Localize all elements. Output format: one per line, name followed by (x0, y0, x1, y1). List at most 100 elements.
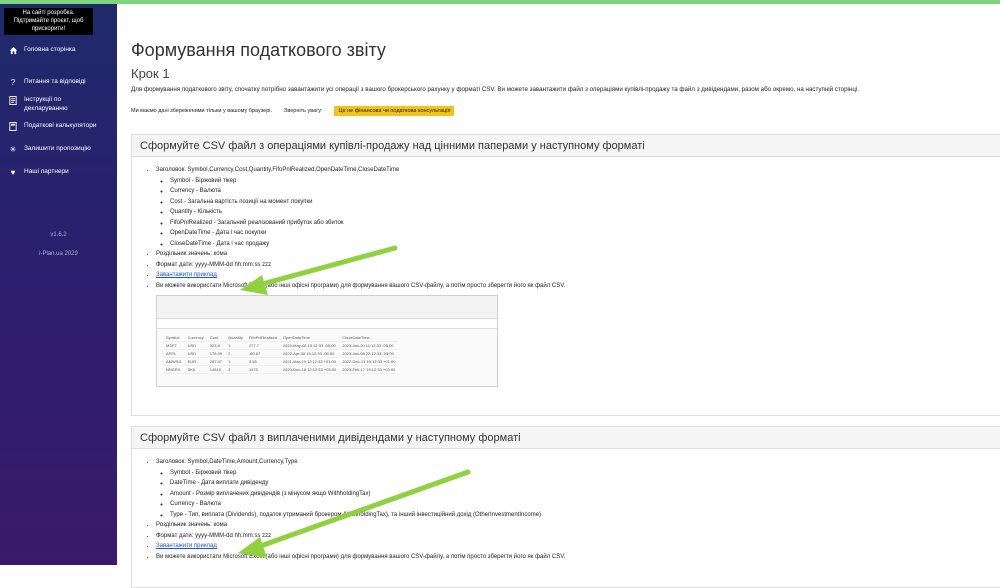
table-cell: EUR (184, 357, 207, 366)
sidebar-item-label: Головна сторінка (24, 46, 76, 53)
footer-copyright: i-Plan.ua 2029 (39, 251, 78, 257)
table-cell: 3 (225, 365, 246, 374)
sidebar-item-instructions[interactable]: Інструкції по декларуванню (0, 92, 117, 116)
list-item: Cost - Загальна вартість позиції на моме… (170, 197, 1000, 208)
lightbulb-icon: ✳ (9, 144, 17, 154)
field-list: Symbol - Біржовий тікер DateTime - Дата … (156, 468, 1000, 521)
excel-screenshot: Symbol Currency Cost Quantity FifoPnlRea… (156, 295, 498, 387)
csv-header-line: Заголовок: Symbol,DateTime,Amount,Curren… (156, 459, 298, 465)
list-item: OpenDateTime - Дата і час покупки (170, 228, 1000, 239)
sidebar-item-label: Залишити пропозицію (24, 145, 91, 152)
table-cell: 178.09 (206, 349, 226, 358)
sidebar-item-calculators[interactable]: Податкові калькулятори (0, 118, 117, 134)
list-item: CloseDateTime - Дата і час продажу (170, 239, 1000, 250)
sidebar: На сайті розробка. Підтримайте проєкт, щ… (0, 4, 117, 565)
sidebar-item-faq[interactable]: ? Питання та відповіді (0, 74, 117, 90)
table-cell: APPL (163, 349, 185, 358)
dividends-format-section: Сформуйте CSV файл з виплаченими дивіден… (131, 426, 1000, 588)
table-cell: 2020-May-08 15:12:33 -05:00 (279, 341, 340, 350)
table-header: CloseDateTime (339, 334, 399, 342)
calculator-icon (8, 121, 18, 131)
table-row: NNGRX SKK 14615 3 1475 2020-Dec-18 12:12… (163, 365, 399, 374)
disclaimer-badge: Це не фінансова чи податкова консультаці… (334, 106, 455, 116)
table-row: APPL USD 178.09 2 -80.67 2022-Apr-08 15:… (163, 349, 399, 358)
list-item: Заголовок: Symbol,DateTime,Amount,Curren… (156, 457, 1000, 520)
list-item: Amount - Розмір виплачених дивідендів (з… (170, 489, 1000, 500)
list-item: Currency - Валюта (170, 499, 1000, 510)
privacy-note: Ми маємо дані збереженими тільки у вашом… (131, 108, 273, 114)
sidebar-item-feedback[interactable]: ✳ Залишити пропозицію (0, 141, 117, 157)
table-cell: 1475 (245, 365, 280, 374)
excel-note-item: Ви можете використати Microsoft Excel (а… (156, 281, 1000, 292)
list-item: Currency - Валюта (170, 186, 1000, 197)
attention-label: Зверніть увагу: (284, 108, 323, 114)
download-example-link[interactable]: Завантажити приклад (156, 272, 217, 278)
table-cell: 2023-Feb-17 15:12:33 +03:00 (339, 365, 399, 374)
step-label: Крок 1 (131, 66, 170, 81)
table-cell: 287.47 (206, 357, 226, 366)
table-cell: 2023-Jan-20 11:12:33 -05:00 (339, 341, 399, 350)
sidebar-item-home[interactable]: Головна сторінка (0, 42, 117, 58)
sidebar-item-label: Наші партнери (24, 168, 69, 175)
section-heading: Сформуйте CSV файл з виплаченими дивіден… (132, 427, 1000, 449)
separator-item: Роздільник значень: кома (156, 520, 1000, 531)
page-title: Формування податкового звіту (131, 40, 386, 60)
table-header: Symbol (163, 334, 185, 342)
csv-header-line: Заголовок: Symbol,Currency,Cost,Quantity… (156, 167, 400, 173)
excel-note-item: Ви можете використати Microsoft Excel (а… (156, 552, 1000, 563)
list-item: Type - Тип, виплата (Dividends), податок… (170, 510, 1000, 521)
sidebar-item-label: Питання та відповіді (24, 78, 86, 85)
table-cell: MSFT (163, 341, 185, 350)
excel-table: Symbol Currency Cost Quantity FifoPnlRea… (163, 334, 399, 374)
sidebar-nav: Головна сторінка ? Питання та відповіді … (0, 42, 117, 180)
excel-ribbon (157, 296, 497, 319)
section-heading: Сформуйте CSV файл з операціями купівлі-… (132, 135, 1000, 157)
excel-formula-bar (157, 320, 497, 329)
table-cell: 1 (225, 341, 246, 350)
table-cell: 2020-Dec-18 12:12:33 +03:00 (279, 365, 340, 374)
intro-text: Для формування податкового звіту, спочат… (131, 86, 859, 93)
date-format-item: Формат дати: yyyy-MMM-dd hh:mm:ss zzz (156, 531, 1000, 542)
date-format-item: Формат дати: yyyy-MMM-dd hh:mm:ss zzz (156, 260, 1000, 271)
table-cell: 923.8 (206, 341, 226, 350)
table-header: Cost (206, 334, 226, 342)
download-item: Завантажити приклад (156, 270, 1000, 281)
sidebar-item-label: Податкові калькулятори (24, 122, 97, 129)
sidebar-item-label: Інструкції по декларуванню (24, 96, 68, 112)
table-cell: 2023-Jan-08 22:12:33 -05:00 (339, 349, 399, 358)
app-version: v1.6.2 (50, 232, 67, 238)
list-item: DateTime - Дата виплати дивіденду (170, 478, 1000, 489)
download-item: Завантажити приклад (156, 541, 1000, 552)
list-item: Заголовок: Symbol,Currency,Cost,Quantity… (156, 165, 1000, 249)
list-item: Quantity - Кількість (170, 207, 1000, 218)
heart-icon: ♥ (10, 167, 16, 177)
table-cell: 3.55 (245, 357, 280, 366)
table-cell: 1 (225, 357, 246, 366)
table-header: FifoPnlRealized (245, 334, 280, 342)
separator-item: Роздільник значень: кома (156, 249, 1000, 260)
field-list: Symbol - Біржовий тікер Currency - Валют… (156, 176, 1000, 250)
table-cell: 2022-Apr-08 15:12:33 -05:00 (279, 349, 340, 358)
table-row: MSFT USD 923.8 1 277.7 2020-May-08 15:12… (163, 341, 399, 350)
table-cell: -80.67 (245, 349, 280, 358)
table-header: Currency (184, 334, 207, 342)
trades-format-section: Сформуйте CSV файл з операціями купівлі-… (131, 134, 1000, 416)
list-item: FifoPnlRealized - Загальний реалізований… (170, 218, 1000, 229)
table-cell: USD (184, 349, 207, 358)
home-icon (8, 45, 18, 55)
main-content: Формування податкового звіту Крок 1 Для … (117, 4, 1000, 588)
table-row: Symbol Currency Cost Quantity FifoPnlRea… (163, 334, 399, 342)
document-icon (8, 95, 18, 105)
table-header: OpenDateTime (279, 334, 340, 342)
download-example-link[interactable]: Завантажити приклад (156, 543, 217, 549)
sidebar-item-partners[interactable]: ♥ Наші партнери (0, 164, 117, 180)
table-cell: NNGRX (163, 365, 185, 374)
promo-banner[interactable]: На сайті розробка. Підтримайте проєкт, щ… (4, 8, 93, 35)
table-cell: SKK (184, 365, 207, 374)
table-row: AMWSG EUR 287.47 1 3.55 2021-Mar-19 12:1… (163, 357, 399, 366)
table-cell: 2021-Mar-19 12:12:33 +01:00 (279, 357, 340, 366)
table-cell: AMWSG (163, 357, 185, 366)
table-cell: 2022-Dec-13 10:12:33 +01:00 (339, 357, 399, 366)
table-header: Quantity (225, 334, 246, 342)
notes-row: Ми маємо дані збереженими тільки у вашом… (131, 106, 455, 116)
